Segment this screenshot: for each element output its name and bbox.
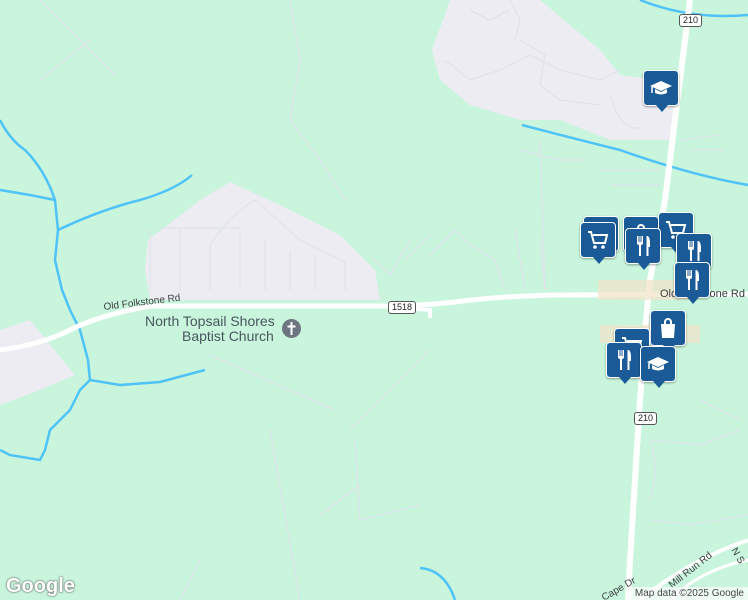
google-logo[interactable]: Google xyxy=(6,575,75,598)
poi-restaurant-4[interactable] xyxy=(606,342,642,384)
church-name-line1: North Topsail Shores xyxy=(145,313,275,329)
poi-restaurant-3[interactable] xyxy=(674,262,710,304)
church-cross-icon[interactable] xyxy=(282,319,301,338)
poi-school-south[interactable] xyxy=(640,346,676,388)
graduation-cap-icon xyxy=(647,357,669,371)
shopping-bag-icon xyxy=(661,318,675,338)
fork-knife-icon xyxy=(618,350,631,370)
poi-bag-2[interactable] xyxy=(650,310,686,352)
poi-school-north[interactable] xyxy=(643,70,679,112)
church-name-line2: Baptist Church xyxy=(182,328,274,344)
map-attribution[interactable]: Map data ©2025 Google xyxy=(630,587,748,600)
fork-knife-icon xyxy=(688,241,701,261)
church-name[interactable]: North Topsail Shores Baptist Church xyxy=(145,314,275,344)
graduation-cap-icon xyxy=(650,81,672,95)
route-shield-210-north: 210 xyxy=(679,14,703,27)
fork-knife-icon xyxy=(637,236,650,256)
residential-area-north xyxy=(432,0,675,140)
fork-knife-icon xyxy=(686,270,699,290)
shopping-cart-icon xyxy=(588,231,609,249)
route-shield-210-south: 210 xyxy=(634,412,658,425)
route-shield-1518: 1518 xyxy=(388,301,417,314)
map-canvas[interactable]: Old Folkstone Rd Old Folkstone Rd Mill R… xyxy=(0,0,748,600)
poi-restaurant-1[interactable] xyxy=(625,228,661,270)
poi-cart-3[interactable] xyxy=(580,222,616,264)
